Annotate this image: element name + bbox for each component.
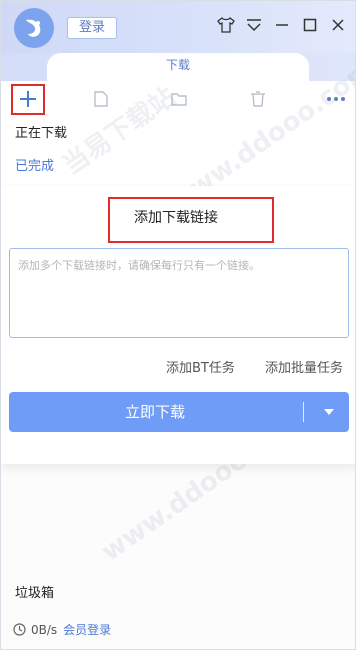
file-icon[interactable] [89,87,113,111]
add-bt-task-link[interactable]: 添加BT任务 [166,357,235,376]
trash-icon[interactable] [246,87,270,111]
menu-icon[interactable] [245,15,263,35]
maximize-icon[interactable] [301,15,319,35]
login-button[interactable]: 登录 [67,17,117,39]
button-divider [303,402,304,422]
plus-icon[interactable] [16,87,40,111]
dialog-title: 添加下载链接 [134,210,218,226]
tab-bar: 下载 [1,53,355,81]
start-download-button[interactable]: 立即下载 [9,392,349,432]
sidebar-item-trash[interactable]: 垃圾箱 [15,582,54,601]
toolbar [1,81,355,117]
download-speed: 0B/s [31,622,58,637]
download-link-input[interactable] [9,248,349,338]
app-window: 登录 下载 正在下载 已完成 当易下载站 www.ddooo.com 添加下载链… [0,0,356,650]
start-download-label: 立即下载 [124,403,185,421]
folder-icon[interactable] [167,87,191,111]
minimize-icon[interactable] [273,15,291,35]
add-batch-task-link[interactable]: 添加批量任务 [265,357,343,376]
status-bar: 0B/s 会员登录 [13,621,111,638]
skin-icon[interactable] [217,15,235,35]
clock-icon [13,623,26,636]
app-logo-icon [14,8,54,48]
window-controls [217,15,347,35]
sidebar-item-completed[interactable]: 已完成 [15,155,54,174]
vip-login-link[interactable]: 会员登录 [63,621,111,638]
title-bar: 登录 [1,1,355,53]
more-icon[interactable] [324,87,348,111]
add-link-dialog: 添加下载链接 添加BT任务 添加批量任务 立即下载 [1,186,355,464]
tab-download[interactable]: 下载 [47,53,309,81]
chevron-down-icon[interactable] [309,392,349,432]
close-icon[interactable] [329,15,347,35]
sidebar-item-downloading[interactable]: 正在下载 [15,122,67,141]
